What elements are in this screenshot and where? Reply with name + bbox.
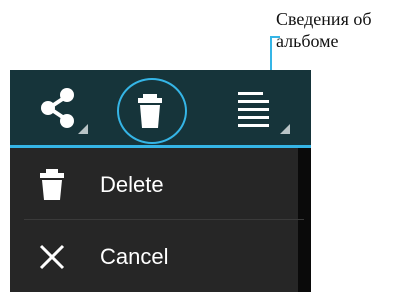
delete-button[interactable] bbox=[115, 70, 185, 145]
action-bar bbox=[10, 70, 311, 148]
menu-item-label: Delete bbox=[100, 172, 164, 197]
callout-text-line-2: альбоме bbox=[276, 31, 339, 51]
share-icon bbox=[41, 88, 88, 134]
overflow-menu: Delete Cancel bbox=[10, 148, 311, 292]
menu-item-label: Cancel bbox=[100, 244, 169, 269]
album-info-icon bbox=[238, 92, 290, 134]
menu-item-cancel[interactable]: Cancel bbox=[10, 220, 298, 292]
album-info-button[interactable] bbox=[228, 70, 298, 145]
share-button[interactable] bbox=[32, 70, 102, 145]
album-info-callout: Сведения об альбоме bbox=[276, 8, 411, 52]
menu-item-delete[interactable]: Delete bbox=[10, 148, 298, 220]
menu-panel: Delete Cancel bbox=[10, 148, 304, 292]
callout-text-line-1: Сведения об bbox=[276, 9, 372, 29]
trash-icon bbox=[40, 169, 64, 200]
close-icon bbox=[39, 244, 65, 270]
trash-icon bbox=[138, 94, 162, 128]
